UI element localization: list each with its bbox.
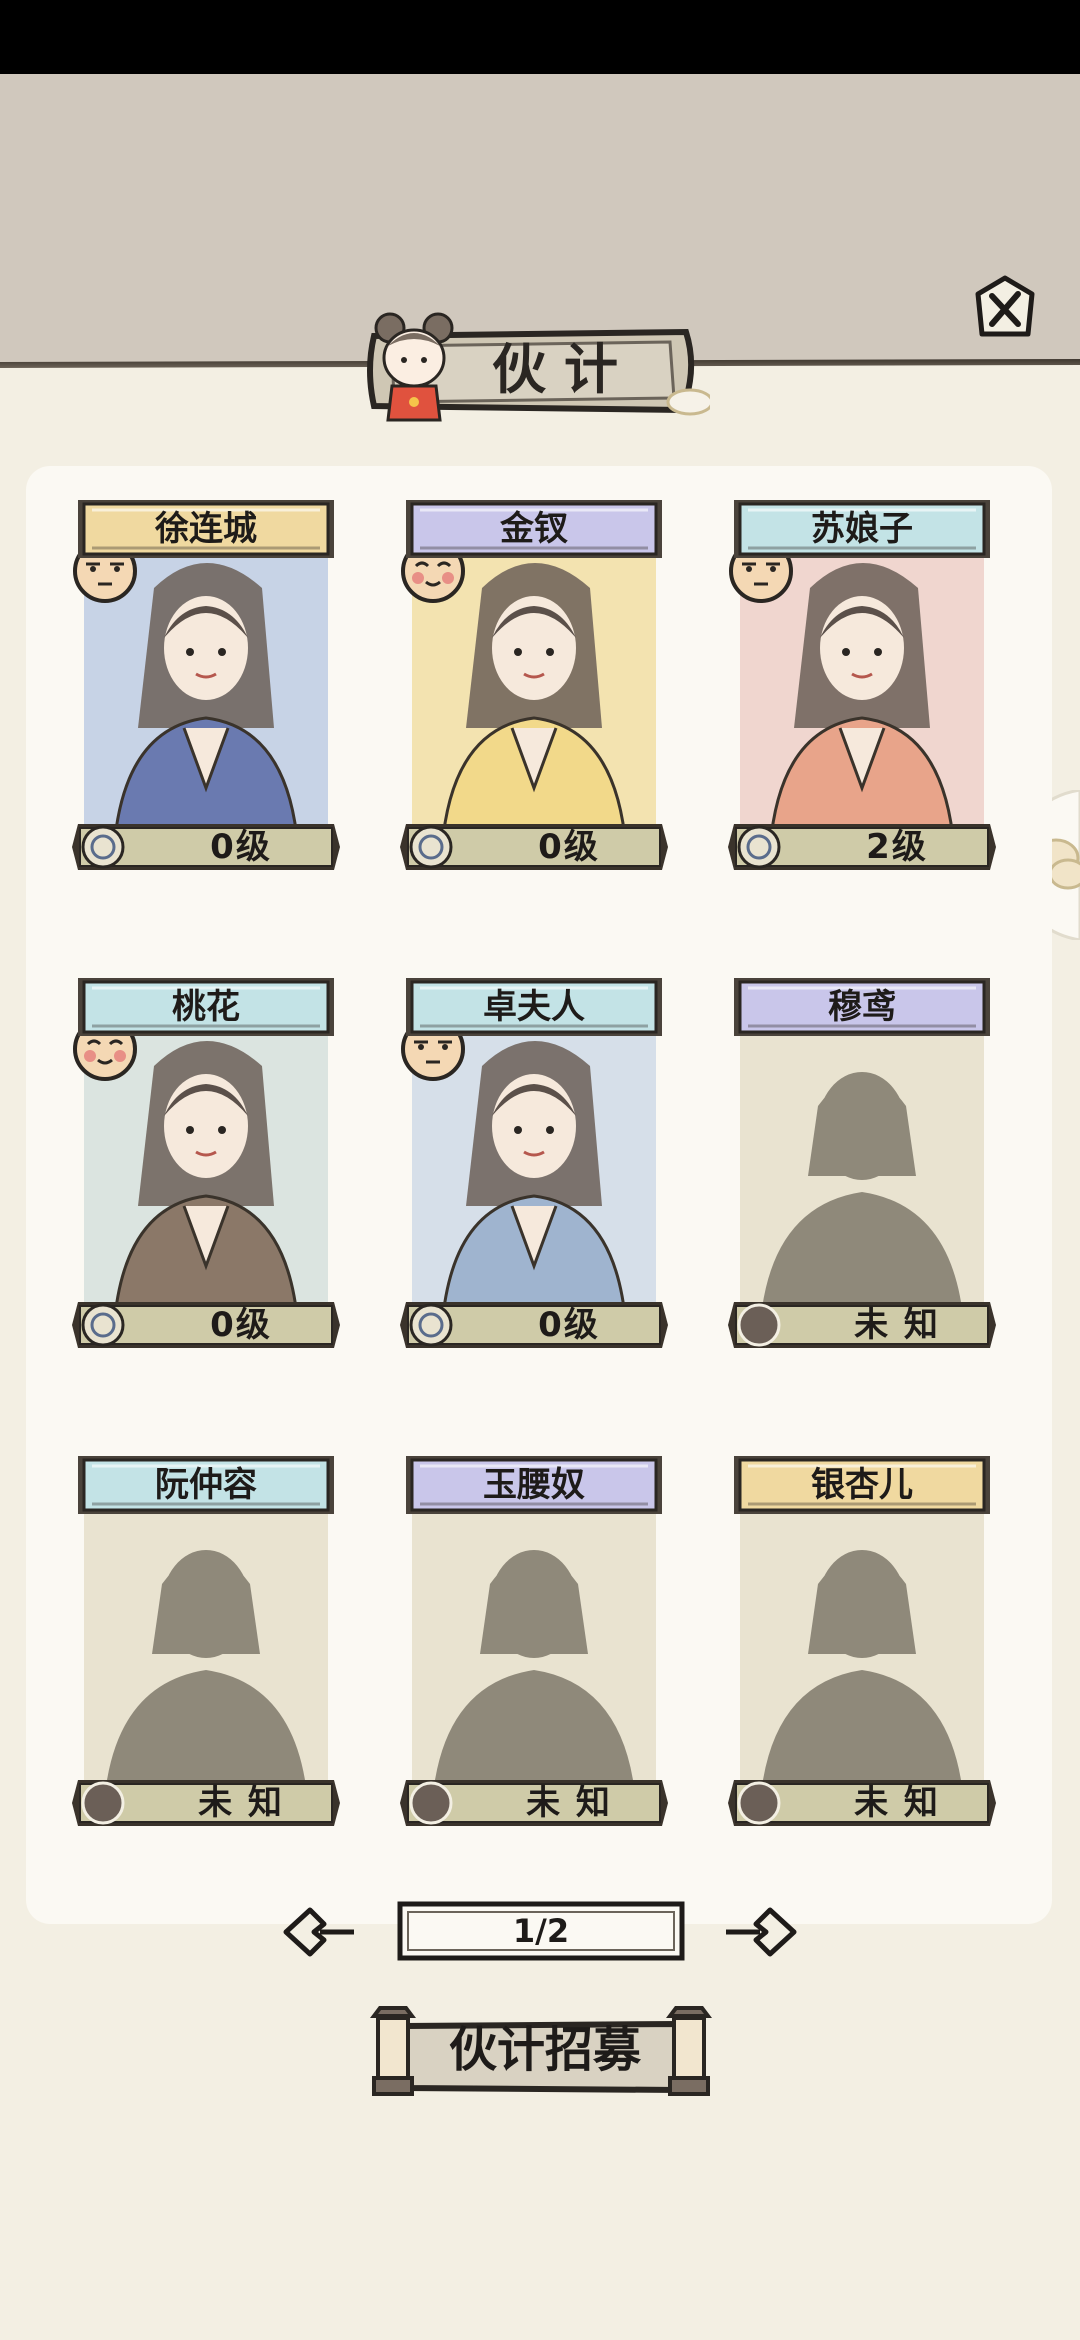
companion-card[interactable]: 桃花 0级 — [72, 944, 340, 1364]
companion-card[interactable]: 穆鸢 未 知 — [728, 944, 996, 1364]
companion-card[interactable]: 阮仲容 未 知 — [72, 1422, 340, 1842]
locked-silhouette — [412, 1484, 656, 1804]
star-badge-icon — [736, 824, 782, 870]
hairpin-badge-icon — [408, 824, 454, 870]
companion-card[interactable]: 徐连城 0级 — [72, 466, 340, 886]
companion-card[interactable]: 银杏儿 未 知 — [728, 1422, 996, 1842]
companion-card[interactable]: 卓夫人 0级 — [400, 944, 668, 1364]
scroll-badge-icon — [80, 824, 126, 870]
locked-silhouette — [740, 1006, 984, 1326]
companion-level: 2级 — [866, 827, 928, 867]
unknown-label: 未 知 — [854, 1783, 940, 1823]
companion-name: 卓夫人 — [483, 987, 585, 1027]
companion-card[interactable]: 玉腰奴 未 知 — [400, 1422, 668, 1842]
companion-level: 0级 — [210, 1305, 272, 1345]
companion-level: 0级 — [538, 827, 600, 867]
next-page-button[interactable] — [724, 1902, 800, 1962]
prev-page-button[interactable] — [280, 1902, 356, 1962]
companion-name: 金钗 — [500, 509, 568, 549]
recruit-button-label: 伙计招募 — [448, 2022, 641, 2078]
unknown-badge-icon — [80, 1780, 126, 1826]
companion-card[interactable]: 金钗 0级 — [400, 466, 668, 886]
unknown-label: 未 知 — [526, 1783, 612, 1823]
companion-name: 阮仲容 — [155, 1465, 257, 1505]
companion-name: 银杏儿 — [811, 1465, 913, 1505]
arrow-right-icon — [726, 1907, 797, 1957]
companion-level: 0级 — [210, 827, 272, 867]
status-bar — [0, 0, 1080, 74]
companion-name: 徐连城 — [155, 509, 257, 549]
companion-name: 苏娘子 — [811, 509, 913, 549]
companion-card[interactable]: 苏娘子 2级 — [728, 466, 996, 886]
locked-silhouette — [84, 1484, 328, 1804]
unknown-label: 未 知 — [198, 1783, 284, 1823]
close-button[interactable] — [970, 272, 1040, 346]
star-badge-icon — [408, 1302, 454, 1348]
companion-name: 玉腰奴 — [483, 1465, 585, 1505]
companion-name: 穆鸢 — [828, 987, 896, 1027]
star-badge-icon — [80, 1302, 126, 1348]
companion-level: 0级 — [538, 1305, 600, 1345]
unknown-badge-icon — [736, 1302, 782, 1348]
unknown-badge-icon — [408, 1780, 454, 1826]
companion-name: 桃花 — [172, 987, 240, 1027]
page-title: 伙计 — [492, 338, 636, 401]
unknown-badge-icon — [736, 1780, 782, 1826]
locked-silhouette — [740, 1484, 984, 1804]
page-indicator: 1/2 — [512, 1912, 570, 1950]
arrow-left-icon — [283, 1907, 354, 1957]
unknown-label: 未 知 — [854, 1305, 940, 1345]
close-icon — [975, 275, 1035, 337]
